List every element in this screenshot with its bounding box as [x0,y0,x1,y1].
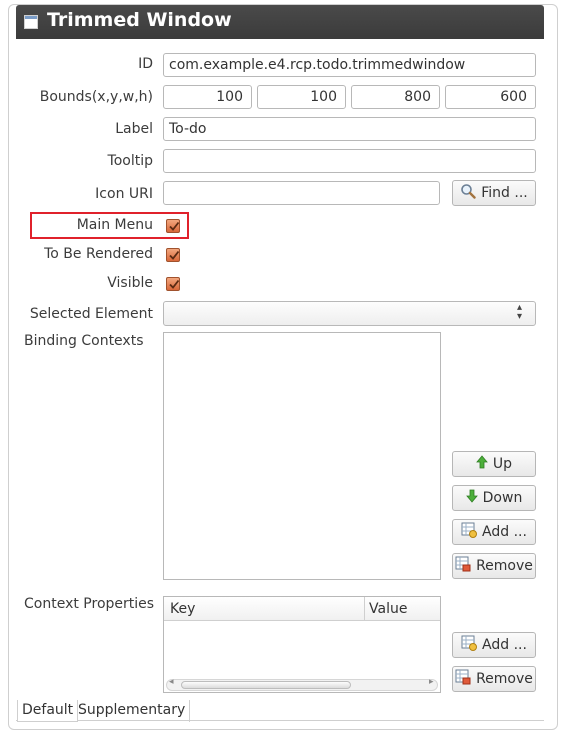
property-add-button[interactable]: Add ... [452,632,536,658]
label-field[interactable]: To-do [163,117,536,141]
add-table-icon [461,635,478,655]
property-remove-label: Remove [476,671,533,687]
context-properties-table[interactable]: Key Value ◂ ▸ [163,596,441,693]
selected-element-label: Selected Element [29,306,153,322]
bounds-x-field[interactable]: 100 [163,85,252,109]
binding-contexts-label: Binding Contexts [24,333,144,349]
visible-label: Visible [107,275,153,291]
checkmark-icon [169,250,180,260]
add-table-icon [461,522,478,542]
column-header-key[interactable]: Key [170,601,195,617]
combo-arrows-icon: ▴ ▾ [517,302,523,322]
to-be-rendered-label: To Be Rendered [44,246,153,262]
magnifier-icon [460,183,476,203]
arrow-up-icon [476,455,488,473]
binding-add-label: Add ... [482,524,527,540]
selected-element-combo[interactable]: ▴ ▾ [163,301,536,326]
icon-uri-field[interactable] [163,181,440,205]
remove-table-icon [455,669,471,689]
property-remove-button[interactable]: Remove [452,666,536,692]
window-title: Trimmed Window [47,9,232,31]
tooltip-field[interactable] [163,149,536,173]
window-icon [24,15,38,29]
bounds-y-field[interactable]: 100 [257,85,346,109]
down-button-label: Down [482,490,523,506]
context-properties-label: Context Properties [24,596,155,612]
main-menu-label: Main Menu [76,217,153,233]
binding-remove-button[interactable]: Remove [452,553,536,579]
scroll-right-icon[interactable]: ▸ [429,677,434,687]
id-field[interactable]: com.example.e4.rcp.todo.trimmedwindow [163,53,536,77]
binding-add-button[interactable]: Add ... [452,519,536,545]
tab-supplementary[interactable]: Supplementary [74,700,191,722]
checkmark-icon [169,221,180,231]
remove-table-icon [455,556,471,576]
find-button-label: Find ... [481,185,528,201]
binding-remove-label: Remove [476,558,533,574]
id-label: ID [138,56,153,72]
up-button[interactable]: Up [452,451,536,477]
binding-contexts-list[interactable] [163,332,441,580]
column-divider [364,597,365,621]
horizontal-scrollbar[interactable]: ◂ ▸ [166,677,438,691]
bounds-w-field[interactable]: 800 [351,85,440,109]
scroll-left-icon[interactable]: ◂ [169,677,174,687]
bounds-h-field[interactable]: 600 [445,85,536,109]
main-menu-checkbox[interactable] [166,219,180,233]
column-header-value[interactable]: Value [369,601,407,617]
scrollbar-thumb[interactable] [181,681,351,689]
tooltip-label: Tooltip [107,153,153,169]
icon-uri-label: Icon URI [95,186,153,202]
to-be-rendered-checkbox[interactable] [166,248,180,262]
tab-default[interactable]: Default [17,700,79,722]
property-add-label: Add ... [482,637,527,653]
find-button[interactable]: Find ... [452,180,536,206]
arrow-down-icon [465,489,478,507]
up-button-label: Up [492,456,513,472]
label-label: Label [115,121,153,137]
down-button[interactable]: Down [452,485,536,511]
bounds-label: Bounds(x,y,w,h) [39,89,153,105]
visible-checkbox[interactable] [166,277,180,291]
checkmark-icon [169,279,180,289]
